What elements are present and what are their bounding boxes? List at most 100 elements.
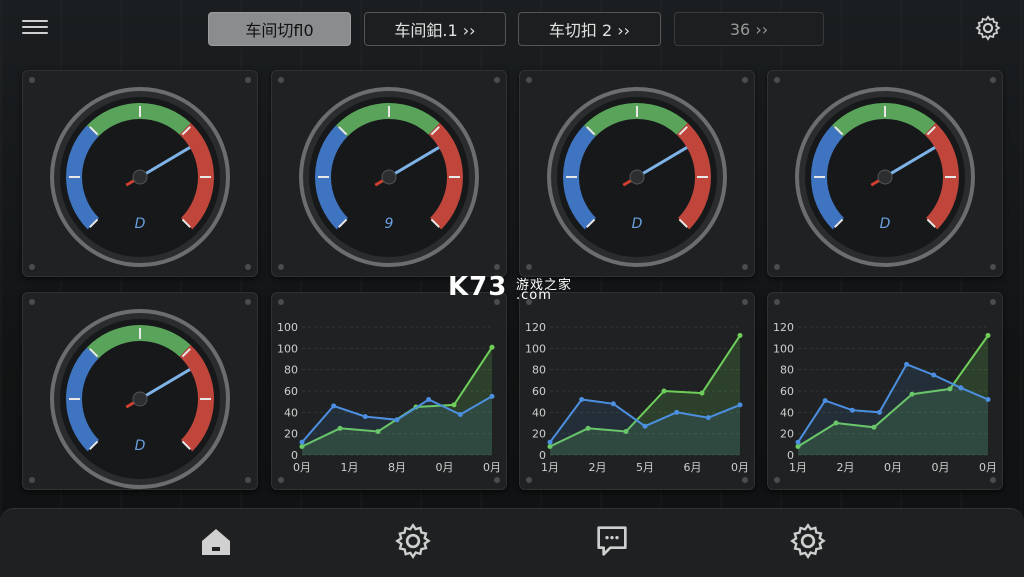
data-point <box>985 397 991 403</box>
bolt <box>990 299 996 305</box>
watermark: K73 游戏之家 .com <box>448 272 571 303</box>
bolt <box>494 477 500 483</box>
data-point <box>849 407 855 413</box>
bolt <box>278 264 284 270</box>
gauge-panel-5: D <box>22 292 258 490</box>
y-tick-label: 40 <box>780 406 794 419</box>
y-tick-label: 80 <box>780 364 794 377</box>
bolt <box>774 264 780 270</box>
x-tick-label: 0月 <box>436 461 454 474</box>
data-point <box>904 361 910 367</box>
watermark-brand: K73 <box>448 272 508 302</box>
y-tick-label: 60 <box>532 385 546 398</box>
y-tick-label: 40 <box>284 406 298 419</box>
x-tick-label: 5月 <box>636 461 654 474</box>
x-tick-label: 1月 <box>341 461 359 474</box>
data-point <box>737 402 743 408</box>
data-point <box>610 401 616 407</box>
line-chart-3: 1201008060402001月 2月 0月 0月 0月 <box>773 321 997 474</box>
bolt <box>29 264 35 270</box>
data-point <box>876 409 882 415</box>
bolt <box>774 477 780 483</box>
x-tick-label: 0月 <box>293 461 311 474</box>
gear-icon[interactable] <box>788 521 828 561</box>
home-icon[interactable] <box>196 521 236 561</box>
y-tick-label: 20 <box>284 428 298 441</box>
tab-1[interactable]: 车间切fl0 <box>208 12 351 46</box>
data-point <box>642 423 648 429</box>
x-tick-label: 1月 <box>541 461 559 474</box>
bolt <box>990 477 996 483</box>
gear-icon[interactable] <box>393 521 433 561</box>
data-point <box>362 414 368 420</box>
gauge-hub <box>132 391 148 407</box>
y-tick-label: 100 <box>277 321 298 334</box>
data-point <box>674 409 680 415</box>
data-point <box>547 439 553 445</box>
chart-panel-1: 100 100 80 60 40 20 0 0月 1月 8月 0月 0月 <box>271 292 507 490</box>
bolt <box>742 264 748 270</box>
data-point <box>958 385 964 391</box>
y-tick-label: 40 <box>532 406 546 419</box>
x-tick-label: 0月 <box>932 461 950 474</box>
bolt <box>742 77 748 83</box>
y-tick-label: 100 <box>525 342 546 355</box>
bolt <box>245 477 251 483</box>
x-tick-label: 0月 <box>979 461 997 474</box>
y-tick-label: 80 <box>284 364 298 377</box>
gauge-value: D <box>631 216 643 232</box>
x-tick-label: 0月 <box>483 461 501 474</box>
bolt <box>742 477 748 483</box>
gauge-value: D <box>134 216 146 232</box>
gauge-value: D <box>134 438 146 454</box>
gear-icon[interactable] <box>974 14 1002 42</box>
gauge-hub <box>877 169 893 185</box>
tab-2[interactable]: 车间鈤.1 ›› <box>364 12 506 46</box>
bolt <box>29 299 35 305</box>
data-point <box>426 397 432 403</box>
bolt <box>990 77 996 83</box>
gauge-hub <box>381 169 397 185</box>
y-tick-label: 80 <box>532 364 546 377</box>
gauge-panel-1: D <box>22 70 258 277</box>
y-tick-label: 60 <box>284 385 298 398</box>
data-point <box>489 344 495 350</box>
watermark-domain: .com <box>516 288 552 303</box>
data-point <box>931 372 937 378</box>
line-chart-1: 1001008060402000月 1月 8月 0月 0月 <box>277 321 501 474</box>
gauge-hub <box>132 169 148 185</box>
bolt <box>742 299 748 305</box>
y-tick-label: 100 <box>773 342 794 355</box>
chart-panel-3: 120 100 80 60 40 20 0 1月 2月 0月 0月 0月 <box>767 292 1003 490</box>
data-point <box>699 390 705 396</box>
chart-panel-2: 120 100 80 60 40 20 0 1月 2月 5月 6月 0月 <box>519 292 755 490</box>
tab-4[interactable]: 36 ›› <box>674 12 824 46</box>
y-tick-label: 120 <box>525 321 546 334</box>
bolt <box>278 299 284 305</box>
data-point <box>795 439 801 445</box>
x-tick-label: 2月 <box>837 461 855 474</box>
data-point <box>822 398 828 404</box>
y-tick-label: 120 <box>773 321 794 334</box>
bolt <box>526 264 532 270</box>
bolt <box>990 264 996 270</box>
bolt <box>494 77 500 83</box>
data-point <box>451 402 457 408</box>
tab-3[interactable]: 车切扣 2 ›› <box>518 12 661 46</box>
menu-icon[interactable] <box>22 16 48 38</box>
data-point <box>985 333 991 339</box>
data-point <box>457 411 463 417</box>
data-point <box>331 403 337 409</box>
bolt <box>526 477 532 483</box>
x-tick-label: 2月 <box>589 461 607 474</box>
gauge-value: D <box>879 216 891 232</box>
data-point <box>737 333 743 339</box>
bolt <box>29 77 35 83</box>
chat-icon[interactable] <box>592 521 632 561</box>
gauge-panel-3: D <box>519 70 755 277</box>
gauge-panel-2: 9 <box>271 70 507 277</box>
bolt <box>29 477 35 483</box>
bolt <box>526 77 532 83</box>
data-point <box>299 439 305 445</box>
gauge-value: 9 <box>384 216 394 232</box>
